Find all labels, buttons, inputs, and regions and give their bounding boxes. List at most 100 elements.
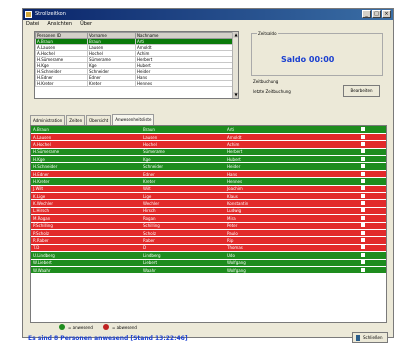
attendance-first-cell: Scholz [141,229,225,238]
attendance-id-cell: A.Lausen [31,133,141,142]
attendance-id-cell: T.D [31,244,141,253]
attendance-last-cell: Mira [225,214,337,223]
scroll-up-icon[interactable]: ▲ [233,32,238,38]
attendance-row[interactable]: K.Lige Lige Klaus [31,192,386,201]
row-checkbox[interactable] [360,164,365,169]
attendance-row[interactable]: K.Wechler Wechler Konstantin [31,199,386,208]
attendance-first-cell: Rogan [141,214,225,223]
attendance-row[interactable]: U.Lindberg Lindberg Udo [31,251,386,260]
row-checkbox[interactable] [360,252,365,257]
row-checkbox[interactable] [360,193,365,198]
attendance-last-cell: Hennes [225,177,337,186]
row-checkbox[interactable] [360,126,365,131]
close-window-button[interactable]: × [382,10,391,18]
row-checkbox[interactable] [360,171,365,176]
person-grid-scrollbar[interactable]: ▲ ▼ [232,32,238,98]
attendance-check-cell [337,222,386,230]
row-checkbox[interactable] [360,267,365,272]
attendance-row[interactable]: H.Edner Edner Hans [31,170,386,179]
tab-administration[interactable]: Administration [30,115,66,125]
attendance-row[interactable]: H.Sümerame Sümerame Herbert [31,148,386,157]
schliessen-button[interactable]: Schließen [352,332,388,343]
row-checkbox[interactable] [360,260,365,265]
scroll-down-icon[interactable]: ▼ [233,92,238,98]
attendance-id-cell: W.Waahr [31,266,141,275]
attendance-last-cell: Peter [225,222,337,230]
row-checkbox[interactable] [360,156,365,161]
title-bar: Strollzeitkon _ □ × [23,9,393,20]
row-checkbox[interactable] [360,238,365,243]
menu-datei[interactable]: Datei [26,20,39,29]
attendance-check-cell [337,155,386,164]
app-icon [25,11,32,18]
attendance-check-cell [337,236,386,245]
absent-dot-icon [102,324,109,330]
attendance-id-cell: A.Hochel [31,140,141,149]
attendance-id-cell: K.Lige [31,192,141,201]
attendance-row[interactable]: T.D D Thomas [31,244,386,253]
attendance-row[interactable]: P.Schilling Schilling Peter [31,222,386,230]
tab-anwesenheitsliste[interactable]: Anwesenheitsliste [112,114,155,125]
row-checkbox[interactable] [360,208,365,213]
attendance-id-cell: U.Lindberg [31,251,141,260]
attendance-row[interactable]: A.Braun Braun Arti [31,126,386,134]
attendance-check-cell [337,148,386,157]
maximize-button[interactable]: □ [372,10,381,18]
row-checkbox[interactable] [360,215,365,220]
menu-bar: Datei Ansichten Über [23,20,393,29]
row-checkbox[interactable] [360,134,365,139]
attendance-check-cell [337,140,386,149]
attendance-first-cell: Lausen [141,133,225,142]
attendance-first-cell: Sümerame [141,148,225,157]
row-checkbox[interactable] [360,141,365,146]
attendance-row[interactable]: H.Kreter Kreter Hennes [31,177,386,186]
row-checkbox[interactable] [360,230,365,235]
attendance-row[interactable]: H.Kge Kge Hubert [31,155,386,164]
person-row[interactable]: H.Kreter Kreter Hennes [35,80,233,87]
attendance-first-cell: Schneider [141,162,225,171]
attendance-check-cell [337,192,386,201]
row-checkbox[interactable] [360,149,365,154]
tab-uebersicht[interactable]: Übersicht [86,115,112,125]
legend-present: = anwesend [68,324,93,330]
row-checkbox[interactable] [360,178,365,183]
attendance-row[interactable]: H.Schneider Schneider Heider [31,162,386,171]
menu-ansichten[interactable]: Ansichten [47,20,72,29]
attendance-first-cell: Kreter [141,177,225,186]
attendance-row[interactable]: J.Wilt Wilt Joachim [31,185,386,194]
attendance-last-cell: Rip [225,236,337,245]
attendance-check-cell [337,251,386,260]
menu-ueber[interactable]: Über [80,20,92,29]
row-checkbox[interactable] [360,223,365,228]
row-checkbox[interactable] [360,201,365,206]
nachname-cell: Hennes [135,80,233,87]
attendance-row[interactable]: M.Rogan Rogan Mira [31,214,386,223]
attendance-grid: A.Braun Braun Arti A.Lausen Lausen Arnoldt A.H… [30,125,387,323]
attendance-row[interactable]: L.Hirsch Hirsch Ludwig [31,207,386,216]
row-checkbox[interactable] [360,186,365,191]
bearbeiten-button[interactable]: Bearbeiten [343,85,380,97]
attendance-last-cell: Heider [225,162,337,171]
letzte-zeitbuchung-label: letzte Zeitbuchung [253,89,291,94]
tab-zeiten[interactable]: Zeiten [66,115,86,125]
attendance-id-cell: W.Liebert [31,259,141,267]
attendance-row[interactable]: P.Scholz Scholz Paulo [31,229,386,238]
attendance-row[interactable]: R.Raber Raber Rip [31,236,386,245]
attendance-row[interactable]: A.Hochel Hochel Achim [31,140,386,149]
attendance-row[interactable]: W.Waahr Waahr Wolfgang [31,266,386,275]
attendance-first-cell: Braun [141,126,225,134]
attendance-first-cell: Wilt [141,185,225,194]
attendance-row[interactable]: A.Lausen Lausen Arnoldt [31,133,386,142]
attendance-row[interactable]: W.Liebert Liebert Wolfgang [31,259,386,267]
attendance-last-cell: Achim [225,140,337,149]
attendance-first-cell: Hirsch [141,207,225,216]
attendance-last-cell: Udo [225,251,337,260]
attendance-check-cell [337,162,386,171]
row-checkbox[interactable] [360,245,365,250]
saldo-value: Saldo 00:00 [281,55,335,64]
status-bar: Es sind 8 Personen anwesend [Stand 13:22… [22,332,394,343]
attendance-last-cell: Wolfgang [225,259,337,267]
attendance-first-cell: Lige [141,192,225,201]
schliessen-label: Schließen [363,335,383,340]
minimize-button[interactable]: _ [362,10,371,18]
